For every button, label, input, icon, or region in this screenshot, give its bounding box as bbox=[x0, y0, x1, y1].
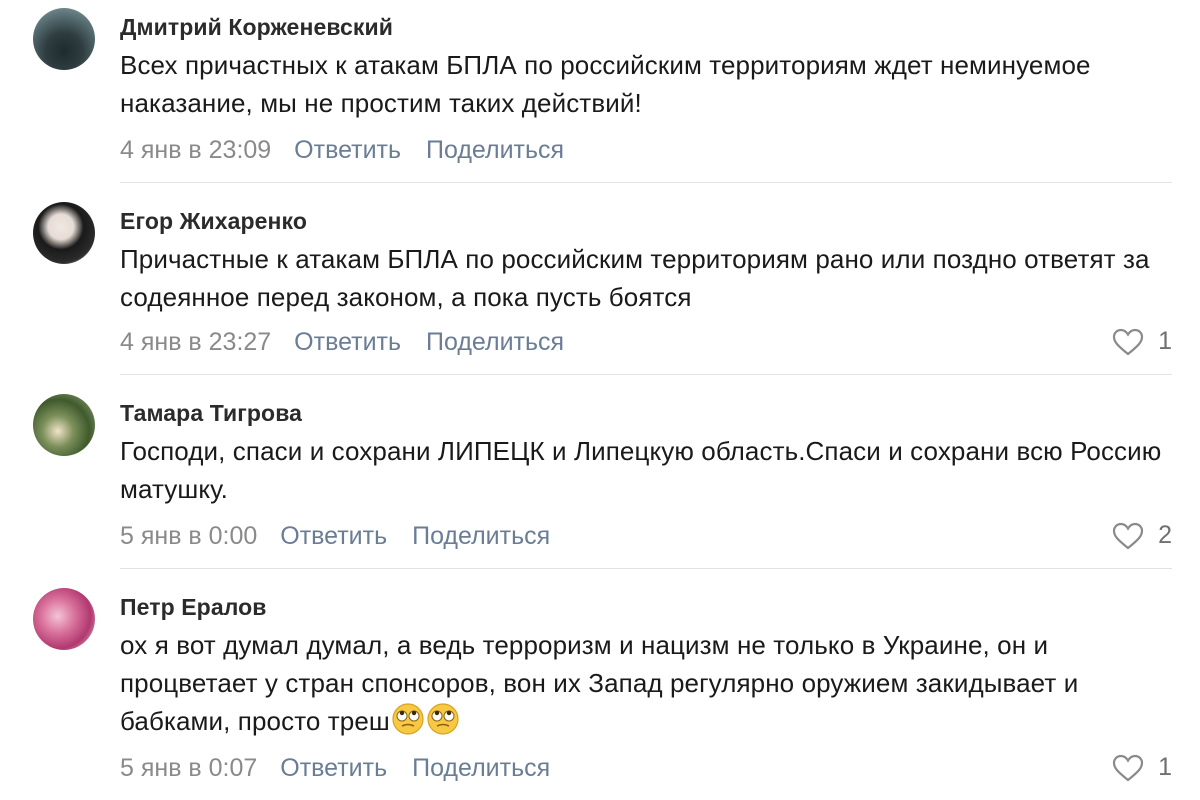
avatar[interactable] bbox=[33, 8, 95, 70]
reply-button[interactable]: Ответить bbox=[294, 328, 401, 356]
comment-meta: 5 янв в 0:07 Ответить Поделиться bbox=[120, 753, 568, 783]
comment-meta: 4 янв в 23:27 Ответить Поделиться bbox=[120, 327, 582, 357]
like-count: 1 bbox=[1158, 327, 1172, 355]
reply-button[interactable]: Ответить bbox=[280, 522, 387, 550]
like-button[interactable]: 1 bbox=[1112, 327, 1172, 356]
like-button[interactable]: 2 bbox=[1112, 521, 1172, 550]
rolling-eyes-emoji bbox=[391, 702, 425, 746]
like-button[interactable]: 1 bbox=[1112, 753, 1172, 782]
comment-text-body: ох я вот думал думал, а ведь терроризм и… bbox=[120, 630, 1079, 736]
comment-text: Всех причастных к атакам БПЛА по российс… bbox=[120, 50, 1091, 118]
separator bbox=[120, 568, 1172, 569]
avatar[interactable] bbox=[33, 202, 95, 264]
comment-text: Господи, спаси и сохрани ЛИПЕЦК и Липецк… bbox=[120, 436, 1162, 504]
rolling-eyes-emoji bbox=[426, 702, 460, 746]
reply-button[interactable]: Ответить bbox=[280, 754, 387, 782]
reply-button[interactable]: Ответить bbox=[294, 136, 401, 164]
share-button[interactable]: Поделиться bbox=[426, 136, 564, 164]
comment-meta: 5 янв в 0:00 Ответить Поделиться bbox=[120, 521, 568, 551]
share-button[interactable]: Поделиться bbox=[412, 522, 550, 550]
comment-author[interactable]: Дмитрий Корженевский bbox=[120, 14, 393, 41]
comment-date[interactable]: 5 янв в 0:00 bbox=[120, 522, 257, 550]
like-count: 2 bbox=[1158, 521, 1172, 549]
separator bbox=[120, 374, 1172, 375]
comment-author[interactable]: Егор Жихаренко bbox=[120, 208, 307, 235]
comment-text: ох я вот думал думал, а ведь терроризм и… bbox=[120, 626, 1170, 746]
avatar[interactable] bbox=[33, 588, 95, 650]
separator bbox=[120, 182, 1172, 183]
comment-author[interactable]: Петр Ералов bbox=[120, 594, 267, 621]
heart-outline-icon bbox=[1112, 754, 1144, 781]
share-button[interactable]: Поделиться bbox=[412, 754, 550, 782]
heart-outline-icon bbox=[1112, 328, 1144, 355]
comment-date[interactable]: 4 янв в 23:09 bbox=[120, 136, 271, 164]
like-count: 1 bbox=[1158, 753, 1172, 781]
comment-meta: 4 янв в 23:09 Ответить Поделиться bbox=[120, 135, 582, 165]
comment-author[interactable]: Тамара Тигрова bbox=[120, 400, 302, 427]
share-button[interactable]: Поделиться bbox=[426, 328, 564, 356]
comment-text: Причастные к атакам БПЛА по российским т… bbox=[120, 244, 1150, 312]
avatar[interactable] bbox=[33, 394, 95, 456]
comment-date[interactable]: 4 янв в 23:27 bbox=[120, 328, 271, 356]
comments-list: Дмитрий Корженевский Всех причастных к а… bbox=[0, 0, 1200, 800]
comment-date[interactable]: 5 янв в 0:07 bbox=[120, 754, 257, 782]
heart-outline-icon bbox=[1112, 522, 1144, 549]
